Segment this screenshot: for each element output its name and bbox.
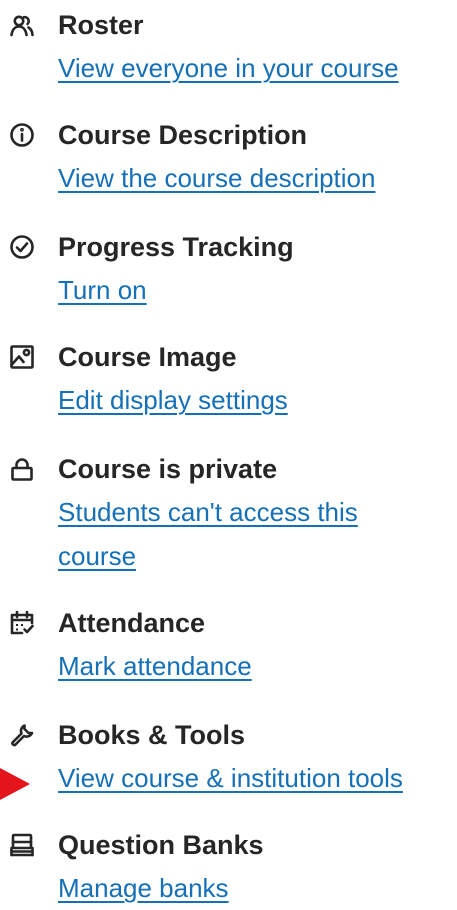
check-circle-icon xyxy=(7,232,37,262)
roster-title: Roster xyxy=(58,10,144,40)
course-description-title: Course Description xyxy=(58,120,308,150)
lock-icon xyxy=(7,454,37,484)
progress-tracking-title: Progress Tracking xyxy=(58,232,294,262)
course-privacy-title: Course is private xyxy=(58,454,278,484)
course-access-link[interactable]: Students can't access this course xyxy=(58,490,398,578)
pointer-arrow-icon xyxy=(0,768,30,800)
view-course-tools-link[interactable]: View course & institution tools xyxy=(58,756,448,800)
turn-on-progress-tracking-link[interactable]: Turn on xyxy=(58,268,448,312)
course-image-title: Course Image xyxy=(58,342,237,372)
question-bank-icon xyxy=(7,830,37,860)
books-tools-title: Books & Tools xyxy=(58,720,246,750)
view-course-description-link[interactable]: View the course description xyxy=(58,156,448,200)
wrench-icon xyxy=(7,720,37,750)
info-circle-icon xyxy=(7,120,37,150)
image-icon xyxy=(7,342,37,372)
roster-icon xyxy=(7,10,37,40)
edit-display-settings-link[interactable]: Edit display settings xyxy=(58,378,448,422)
question-banks-title: Question Banks xyxy=(58,830,264,860)
mark-attendance-link[interactable]: Mark attendance xyxy=(58,644,448,688)
view-roster-link[interactable]: View everyone in your course xyxy=(58,46,448,90)
calendar-check-icon xyxy=(7,608,37,638)
attendance-title: Attendance xyxy=(58,608,206,638)
manage-banks-link[interactable]: Manage banks xyxy=(58,866,448,910)
